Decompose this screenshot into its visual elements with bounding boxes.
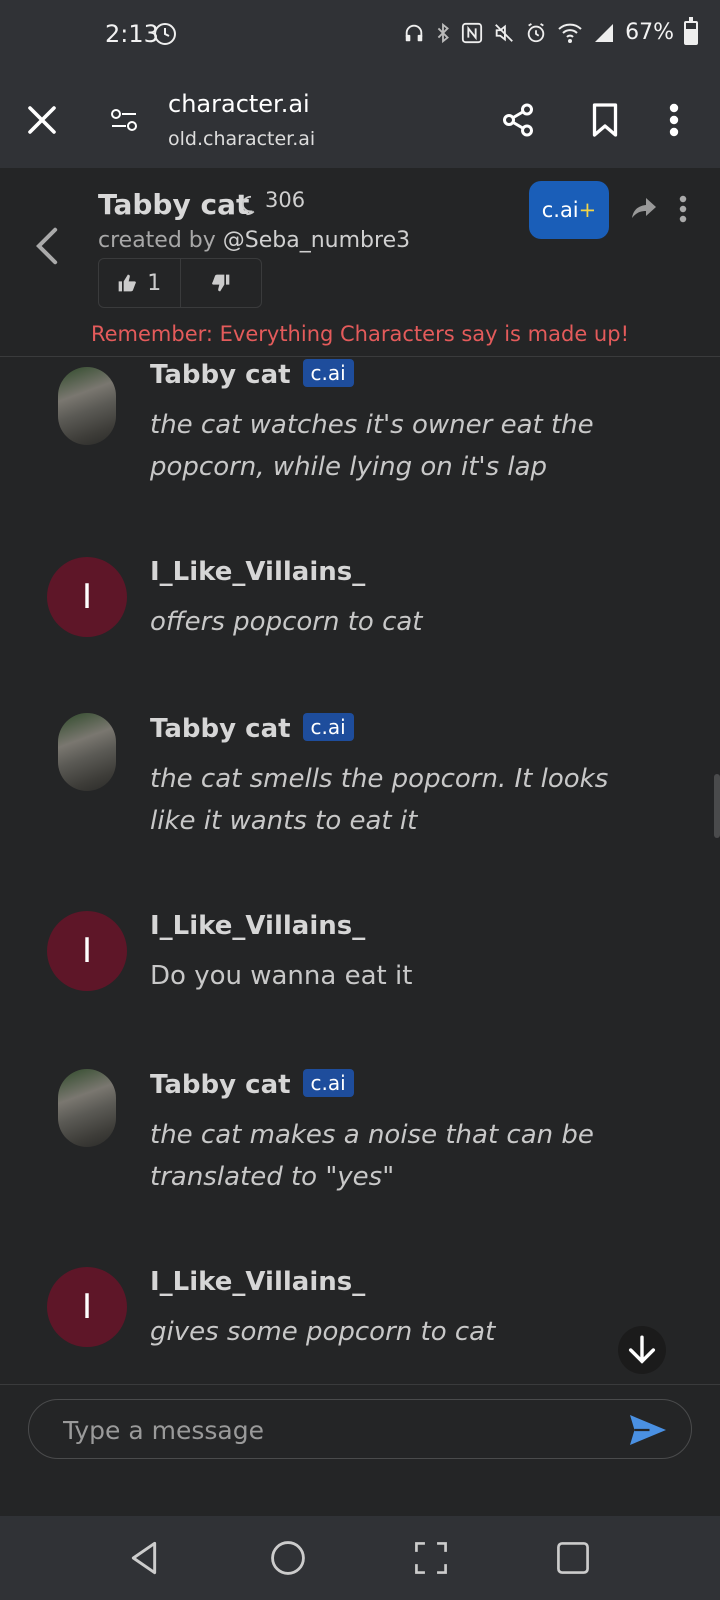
message-text: gives some popcorn to cat — [150, 1317, 496, 1347]
user-avatar[interactable]: I — [47, 557, 127, 637]
vote-group: 1 — [98, 258, 262, 308]
creator-handle[interactable]: @Seba_numbre3 — [223, 228, 410, 253]
send-icon[interactable] — [627, 1412, 669, 1448]
headphones-icon — [405, 24, 423, 41]
bluetooth-icon — [437, 22, 450, 43]
scrollbar-thumb[interactable] — [714, 774, 720, 838]
character-avatar[interactable] — [58, 1069, 116, 1147]
message-sender: Tabby cat c.ai — [150, 1069, 354, 1100]
user-avatar[interactable]: I — [47, 1267, 127, 1347]
scroll-to-bottom-button[interactable] — [618, 1326, 666, 1374]
like-button[interactable]: 1 — [99, 259, 181, 307]
message-text: the cat makes a noise that can be transl… — [150, 1120, 594, 1192]
cai-badge: c.ai — [302, 713, 354, 741]
character-more-icon[interactable] — [678, 194, 688, 224]
back-chevron-icon[interactable] — [34, 226, 60, 266]
cai-badge: c.ai — [302, 1069, 354, 1097]
site-settings-icon[interactable] — [110, 108, 138, 132]
message-composer — [28, 1399, 692, 1459]
cai-plus-button[interactable]: c.ai + — [529, 181, 609, 239]
system-nav-bar — [0, 1516, 720, 1600]
message-text: the cat watches it's owner eat the popco… — [150, 410, 594, 482]
nav-recents-icon[interactable] — [556, 1538, 590, 1578]
mute-icon — [495, 23, 513, 42]
nav-back-icon[interactable] — [128, 1538, 160, 1578]
bookmark-icon[interactable] — [590, 102, 620, 138]
composer-area — [0, 1384, 720, 1517]
battery-icon — [684, 16, 698, 45]
character-header: Tabby cat 306 created by @Seba_numbre3 1… — [0, 168, 720, 357]
disclaimer-text: Remember: Everything Characters say is m… — [90, 322, 629, 346]
signal-icon — [595, 23, 614, 42]
chat-history[interactable]: Tabby cat c.ai the cat watches it's owner… — [0, 357, 720, 1384]
nav-home-icon[interactable] — [270, 1538, 306, 1578]
thumbs-up-icon — [118, 274, 137, 292]
battery-percent: 67% — [625, 20, 674, 45]
sender-name: I_Like_Villains_ — [150, 911, 366, 941]
message-text: the cat smells the popcorn. It looks lik… — [150, 764, 609, 836]
more-options-icon[interactable] — [668, 102, 680, 138]
character-name[interactable]: Tabby cat — [98, 188, 249, 221]
dislike-button[interactable] — [181, 259, 262, 307]
thumbs-down-icon — [211, 274, 230, 292]
created-by-prefix: created by — [98, 228, 223, 253]
page-title: character.ai — [168, 90, 310, 118]
browser-bar: character.ai old.character.ai — [0, 72, 720, 168]
sender-name: Tabby cat — [150, 714, 291, 744]
status-time: 2:13 — [105, 20, 159, 48]
share-arrow-icon[interactable] — [630, 196, 658, 220]
alarm-icon — [527, 22, 545, 42]
character-avatar[interactable] — [58, 713, 116, 791]
nfc-icon — [462, 22, 483, 43]
alarm-clock-icon — [154, 23, 176, 45]
message-sender: Tabby cat c.ai — [150, 359, 354, 390]
user-avatar[interactable]: I — [47, 911, 127, 991]
cai-plus-mark: + — [578, 198, 597, 222]
message-input[interactable] — [61, 1410, 605, 1450]
sender-name: Tabby cat — [150, 1070, 291, 1100]
sender-name: I_Like_Villains_ — [150, 1267, 366, 1297]
close-icon[interactable] — [24, 102, 60, 138]
chat-bubble-icon — [241, 195, 255, 216]
arrow-down-icon — [628, 1335, 656, 1364]
chat-count: 306 — [265, 188, 306, 212]
sender-name: Tabby cat — [150, 360, 291, 390]
message-text: offers popcorn to cat — [150, 607, 423, 637]
cai-badge: c.ai — [302, 359, 354, 387]
like-count: 1 — [147, 270, 162, 296]
message-sender: Tabby cat c.ai — [150, 713, 354, 744]
character-avatar[interactable] — [58, 367, 116, 445]
status-bar: 2:13 67% — [0, 0, 720, 72]
wifi-icon — [558, 23, 582, 43]
nav-screenshot-icon[interactable] — [414, 1538, 448, 1578]
share-icon[interactable] — [500, 102, 536, 138]
page-url[interactable]: old.character.ai — [168, 128, 315, 150]
sender-name: I_Like_Villains_ — [150, 557, 366, 587]
cai-plus-label: c.ai — [541, 198, 579, 222]
message-text: Do you wanna eat it — [150, 961, 413, 991]
created-by: created by @Seba_numbre3 — [98, 228, 410, 253]
status-icons: 67% — [403, 16, 698, 45]
